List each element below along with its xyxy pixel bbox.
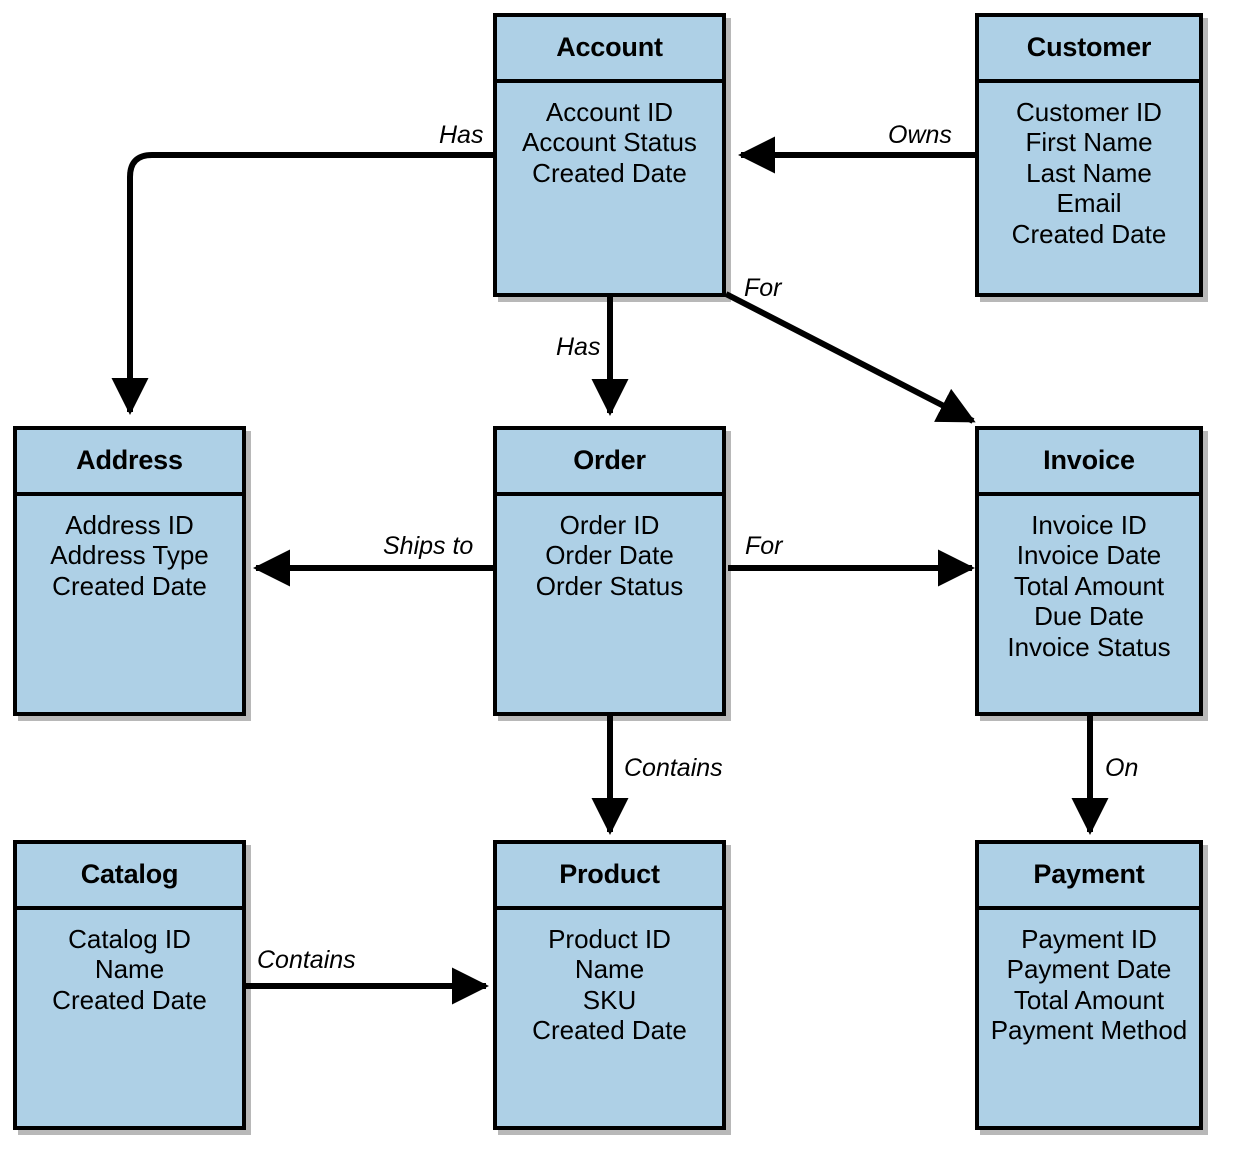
attribute: Invoice Status	[1007, 631, 1171, 662]
er-diagram-canvas: Account Account ID Account Status Create…	[0, 0, 1234, 1155]
attribute: Total Amount	[1013, 570, 1165, 601]
edge-account-for-invoice	[724, 291, 976, 424]
edge-label-order-ships-to-address: Ships to	[383, 532, 474, 560]
attribute: Order Date	[545, 540, 674, 571]
entity-catalog[interactable]: Catalog Catalog ID Name Created Date	[13, 840, 246, 1130]
entity-invoice[interactable]: Invoice Invoice ID Invoice Date Total Am…	[975, 426, 1203, 716]
entity-account[interactable]: Account Account ID Account Status Create…	[493, 13, 726, 297]
entity-customer[interactable]: Customer Customer ID First Name Last Nam…	[975, 13, 1203, 297]
entity-product-attributes: Product ID Name SKU Created Date	[497, 910, 722, 1126]
attribute: Payment ID	[1021, 924, 1157, 954]
edge-label-account-has-order: Has	[556, 333, 601, 361]
attribute: Created Date	[532, 1015, 687, 1046]
attribute: Total Amount	[1013, 984, 1165, 1015]
entity-product-title: Product	[497, 844, 722, 910]
attribute: Created Date	[52, 984, 207, 1015]
attribute: Account Status	[522, 127, 697, 158]
edge-label-catalog-contains-product: Contains	[257, 946, 356, 974]
edge-label-order-contains-product: Contains	[624, 754, 723, 782]
attribute: Order ID	[559, 510, 660, 540]
attribute: Payment Date	[1006, 954, 1172, 985]
entity-catalog-attributes: Catalog ID Name Created Date	[17, 910, 242, 1126]
entity-order[interactable]: Order Order ID Order Date Order Status	[493, 426, 726, 716]
attribute: SKU	[582, 984, 637, 1015]
attribute: Due Date	[1034, 601, 1144, 632]
entity-order-title: Order	[497, 430, 722, 496]
entity-customer-title: Customer	[979, 17, 1199, 83]
attribute: Catalog ID	[68, 924, 191, 954]
attribute: Address Type	[50, 540, 209, 571]
entity-catalog-title: Catalog	[17, 844, 242, 910]
attribute: Account ID	[545, 97, 674, 127]
entity-address[interactable]: Address Address ID Address Type Created …	[13, 426, 246, 716]
entity-payment-title: Payment	[979, 844, 1199, 910]
attribute: Payment Method	[990, 1015, 1188, 1046]
entity-order-attributes: Order ID Order Date Order Status	[497, 496, 722, 712]
attribute: Customer ID	[1016, 97, 1162, 127]
attribute: Invoice Date	[1016, 540, 1162, 571]
attribute: Order Status	[535, 570, 684, 601]
attribute: Invoice ID	[1031, 510, 1147, 540]
edge-account-has-address	[111, 152, 493, 415]
attribute: Address ID	[65, 510, 194, 540]
entity-account-attributes: Account ID Account Status Created Date	[497, 83, 722, 293]
edge-label-account-has-address: Has	[439, 121, 484, 149]
entity-address-attributes: Address ID Address Type Created Date	[17, 496, 242, 712]
attribute: Created Date	[1011, 218, 1167, 249]
entity-invoice-title: Invoice	[979, 430, 1199, 496]
entity-customer-attributes: Customer ID First Name Last Name Email C…	[979, 83, 1199, 293]
entity-address-title: Address	[17, 430, 242, 496]
attribute: First Name	[1025, 127, 1153, 158]
attribute: Email	[1056, 188, 1122, 219]
edge-label-customer-owns-account: Owns	[888, 121, 952, 149]
entity-payment[interactable]: Payment Payment ID Payment Date Total Am…	[975, 840, 1203, 1130]
edge-label-order-for-invoice: For	[745, 532, 783, 560]
entity-product[interactable]: Product Product ID Name SKU Created Date	[493, 840, 726, 1130]
attribute: Name	[94, 954, 165, 985]
attribute: Last Name	[1026, 157, 1152, 188]
entity-account-title: Account	[497, 17, 722, 83]
entity-payment-attributes: Payment ID Payment Date Total Amount Pay…	[979, 910, 1199, 1126]
edge-label-account-for-invoice: For	[744, 274, 782, 302]
entity-invoice-attributes: Invoice ID Invoice Date Total Amount Due…	[979, 496, 1199, 712]
attribute: Created Date	[532, 157, 687, 188]
edge-label-invoice-on-payment: On	[1105, 754, 1139, 782]
attribute: Product ID	[548, 924, 671, 954]
attribute: Name	[574, 954, 645, 985]
attribute: Created Date	[52, 570, 207, 601]
